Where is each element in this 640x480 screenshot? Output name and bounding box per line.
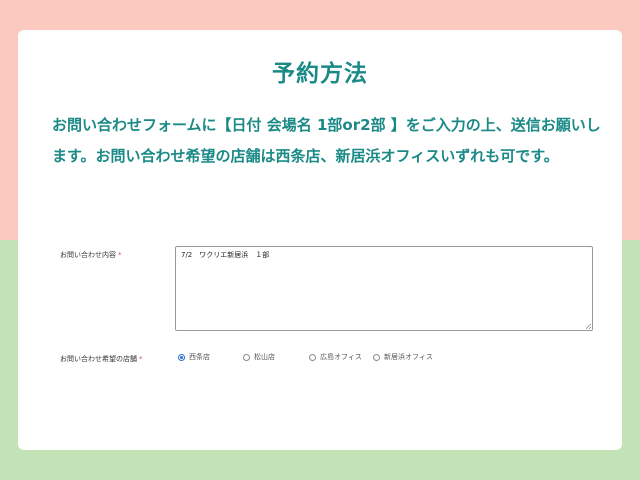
radio-option-matsuyama[interactable]: 松山店 (243, 352, 275, 362)
radio-unchecked-icon[interactable] (309, 353, 316, 361)
radio-checked-icon[interactable] (178, 353, 185, 361)
content-card: 予約方法 お問い合わせフォームに【日付 会場名 1部or2部 】をご入力の上、送… (18, 30, 622, 450)
inquiry-textarea[interactable]: 7/2 ワクリエ新居浜 １部 (175, 246, 593, 331)
page-title: 予約方法 (272, 61, 368, 87)
radio-option-saijo[interactable]: 西条店 (178, 352, 210, 362)
radio-option-hiroshima-office[interactable]: 広島オフィス (309, 352, 362, 362)
radio-option-niihama-office[interactable]: 新居浜オフィス (373, 352, 433, 362)
store-label: お問い合わせ希望の店舗 * (60, 354, 143, 364)
reservation-instructions: お問い合わせフォームに【日付 会場名 1部or2部 】をご入力の上、送信お願いし… (52, 116, 601, 165)
required-mark: * (118, 251, 122, 259)
radio-unchecked-icon[interactable] (373, 353, 380, 361)
radio-label: 新居浜オフィス (384, 353, 433, 361)
textarea-resize-handle[interactable] (586, 324, 592, 330)
required-mark: * (139, 355, 143, 363)
store-label-text: お問い合わせ希望の店舗 (60, 355, 137, 363)
radio-label: 広島オフィス (320, 353, 362, 361)
inquiry-label: お問い合わせ内容 * (60, 250, 122, 260)
resize-grip-icon (586, 324, 591, 329)
radio-label: 西条店 (189, 353, 210, 361)
inquiry-label-text: お問い合わせ内容 (60, 251, 116, 259)
radio-unchecked-icon[interactable] (243, 353, 250, 361)
store-radio-group: 西条店 松山店 広島オフィス 新居浜オフィス (178, 352, 618, 364)
radio-label: 松山店 (254, 353, 275, 361)
